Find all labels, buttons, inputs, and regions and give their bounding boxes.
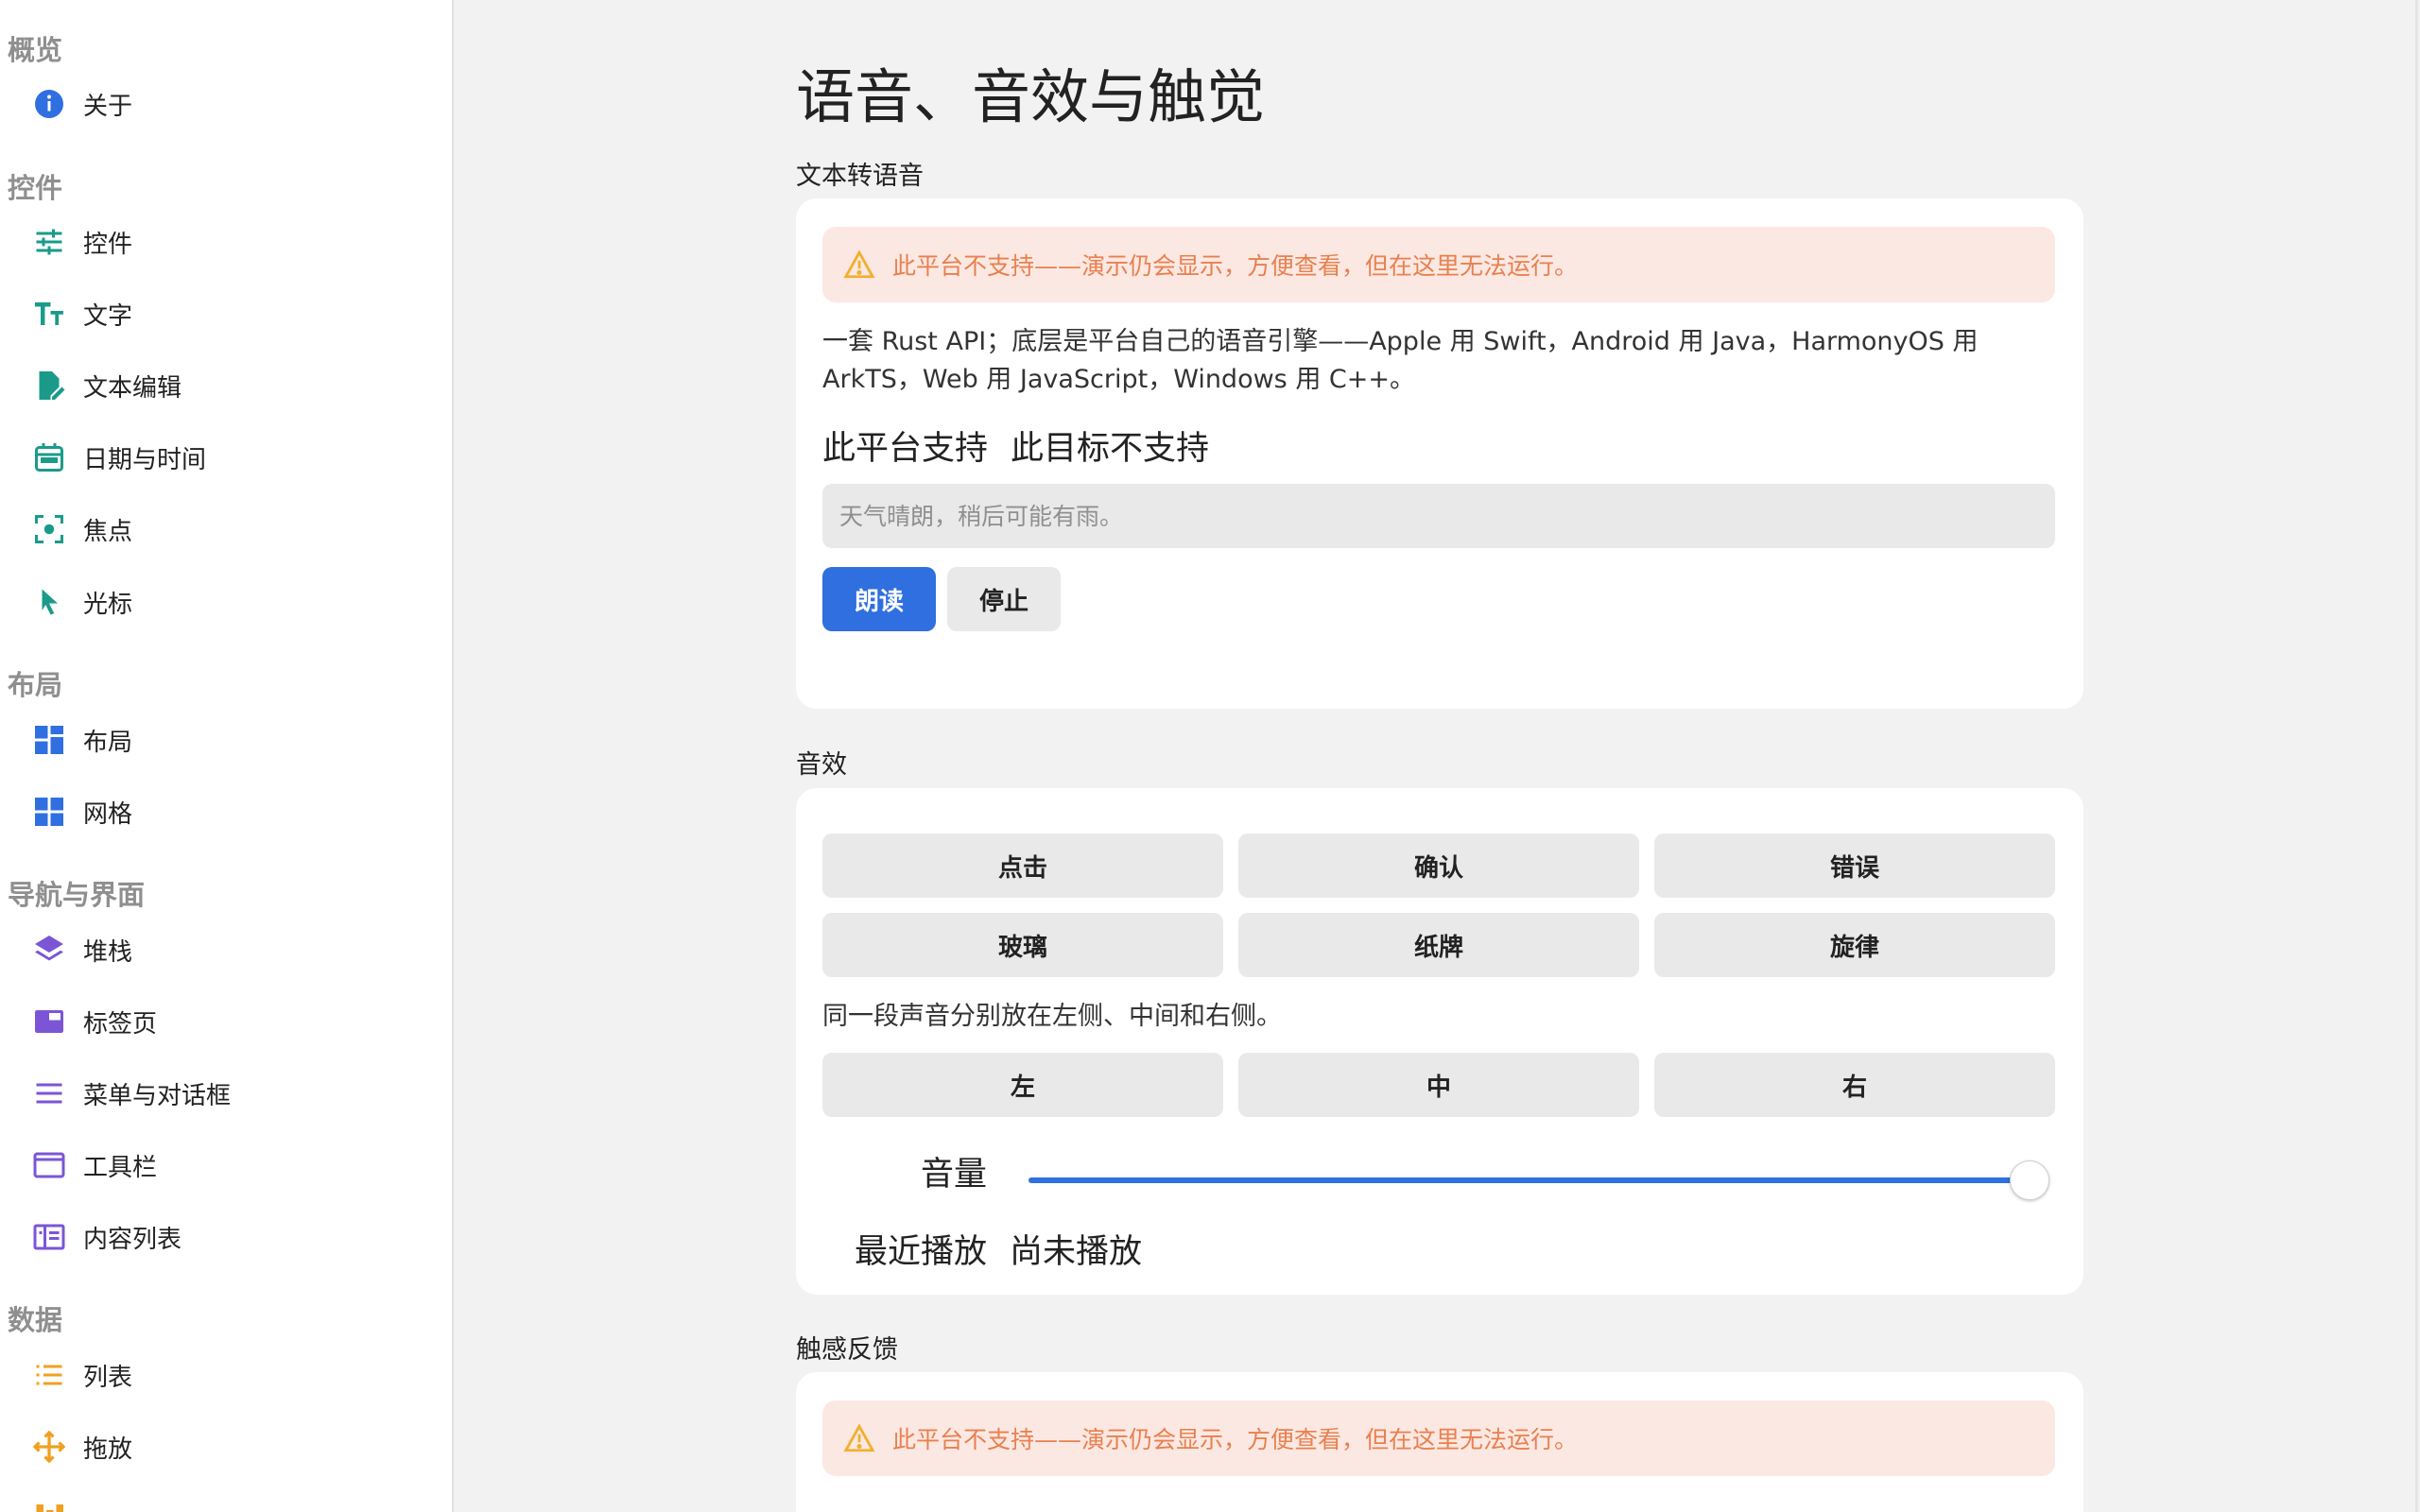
sidebar-item-stack[interactable]: 堆栈 (28, 921, 435, 978)
sidebar-item-about[interactable]: 关于 (28, 76, 435, 132)
page-title: 语音、音效与触觉 (796, 62, 1266, 131)
sidebar-item-label: 标签页 (83, 1009, 158, 1039)
sidebar-item-text[interactable]: 文字 (28, 285, 435, 342)
focus-icon (28, 508, 70, 550)
sidebar-item-label: 堆栈 (83, 937, 133, 967)
sidebar-item-label: 拖放 (83, 1435, 133, 1464)
tts-group-label: 文本转语音 (796, 162, 924, 191)
toolbar-icon (28, 1144, 70, 1186)
grid-icon (28, 791, 70, 833)
sidebar-item-tabs[interactable]: 标签页 (28, 993, 435, 1050)
sidebar-item-cursor[interactable]: 光标 (28, 574, 435, 630)
main-content: 语音、音效与触觉 文本转语音 此平台不支持——演示仍会显示，方便查看，但在这里无… (456, 0, 2420, 1512)
warning-icon (843, 1423, 875, 1452)
sidebar-item-menus-dialogs[interactable]: 菜单与对话框 (28, 1065, 435, 1122)
tts-description: 一套 Rust API；底层是平台自己的语音引擎——Apple 用 Swift，… (822, 327, 1979, 394)
sidebar-item-label: 焦点 (83, 517, 133, 546)
sidebar-item-label: 列表 (83, 1363, 133, 1392)
cursor-icon (28, 581, 70, 623)
content-list-icon (28, 1216, 70, 1258)
tts-card: 此平台不支持——演示仍会显示，方便查看，但在这里无法运行。 一套 Rust AP… (796, 198, 2083, 709)
tts-text-input[interactable] (822, 484, 2055, 548)
speak-button[interactable]: 朗读 (822, 567, 936, 631)
sidebar-item-label: 网格 (83, 799, 133, 829)
sidebar-item-layout[interactable]: 布局 (28, 712, 435, 768)
sidebar-item-label: 文字 (83, 301, 133, 331)
recent-row: 最近播放 尚未播放 (855, 1225, 1142, 1273)
haptics-card: 此平台不支持——演示仍会显示，方便查看，但在这里无法运行。 (796, 1372, 2083, 1512)
sidebar-item-drag-drop[interactable]: 拖放 (28, 1418, 435, 1475)
scrollbar[interactable] (2415, 0, 2418, 1512)
haptics-group-label: 触感反馈 (796, 1335, 898, 1365)
sidebar-item-label: 控件 (83, 230, 133, 259)
sound-card: 点击 确认 错误 玻璃 纸牌 旋律 同一段声音分别放在左侧、中间和右侧。 左 中… (796, 788, 2083, 1295)
effect-glass-button[interactable]: 玻璃 (822, 913, 1223, 977)
edit-document-icon (28, 365, 70, 406)
effect-confirm-button[interactable]: 确认 (1238, 833, 1639, 898)
pan-left-button[interactable]: 左 (822, 1053, 1223, 1117)
section-title-overview: 概览 (8, 34, 63, 66)
layers-icon (28, 929, 70, 971)
drag-drop-icon (28, 1426, 70, 1468)
warning-text: 此平台不支持——演示仍会显示，方便查看，但在这里无法运行。 (892, 1426, 1579, 1453)
sidebar-item-content-list[interactable]: 内容列表 (28, 1209, 435, 1265)
layout-icon (28, 719, 70, 761)
menu-icon (28, 1073, 70, 1114)
warning-icon (843, 249, 875, 279)
sidebar-item-focus[interactable]: 焦点 (28, 501, 435, 558)
effect-melody-button[interactable]: 旋律 (1654, 913, 2055, 977)
sidebar-item-label: 工具栏 (83, 1153, 158, 1182)
pan-right-button[interactable]: 右 (1654, 1053, 2055, 1117)
warning-text: 此平台不支持——演示仍会显示，方便查看，但在这里无法运行。 (892, 252, 1579, 280)
section-title-data: 数据 (8, 1304, 63, 1336)
chart-icon (28, 1498, 70, 1512)
sidebar-item-partial[interactable] (28, 1490, 435, 1512)
text-size-icon (28, 293, 70, 335)
pan-caption: 同一段声音分别放在左侧、中间和右侧。 (822, 1002, 1282, 1031)
sidebar-item-grid[interactable]: 网格 (28, 783, 435, 840)
list-icon (28, 1354, 70, 1396)
sliders-icon (28, 221, 70, 263)
sidebar-item-label: 菜单与对话框 (83, 1081, 232, 1110)
sidebar-item-label: 文本编辑 (83, 373, 182, 403)
calendar-icon (28, 437, 70, 478)
tts-warning-banner: 此平台不支持——演示仍会显示，方便查看，但在这里无法运行。 (822, 227, 2055, 302)
sidebar-item-label: 关于 (83, 92, 133, 121)
volume-slider-track (1028, 1177, 2031, 1183)
haptics-warning-banner: 此平台不支持——演示仍会显示，方便查看，但在这里无法运行。 (822, 1400, 2055, 1476)
section-title-navigation: 导航与界面 (8, 879, 146, 911)
recent-value: 尚未播放 (1010, 1233, 1143, 1271)
sidebar-item-controls[interactable]: 控件 (28, 214, 435, 270)
tabs-icon (28, 1001, 70, 1042)
section-title-layout: 布局 (8, 669, 63, 701)
pan-center-button[interactable]: 中 (1238, 1053, 1639, 1117)
sidebar-item-label: 光标 (83, 590, 133, 619)
section-title-controls: 控件 (8, 172, 63, 204)
info-icon (28, 83, 70, 125)
effect-cards-button[interactable]: 纸牌 (1238, 913, 1639, 977)
tts-status-row: 此平台支持 此目标不支持 (822, 421, 1209, 470)
sidebar-item-text-editing[interactable]: 文本编辑 (28, 357, 435, 414)
volume-slider[interactable] (1028, 1157, 2049, 1204)
volume-slider-thumb[interactable] (2010, 1160, 2049, 1200)
sidebar-item-label: 内容列表 (83, 1225, 182, 1254)
sidebar: 概览 关于 控件 控件 文字 文本编辑 日期与时间 焦点 光标 布局 布局 网格… (0, 0, 454, 1512)
stop-button[interactable]: 停止 (947, 567, 1061, 631)
sound-group-label: 音效 (796, 750, 847, 780)
effect-click-button[interactable]: 点击 (822, 833, 1223, 898)
effect-error-button[interactable]: 错误 (1654, 833, 2055, 898)
recent-label: 最近播放 (855, 1233, 988, 1271)
tts-status-label: 此平台支持 (822, 430, 989, 468)
sidebar-item-list[interactable]: 列表 (28, 1347, 435, 1403)
sidebar-item-label: 布局 (83, 728, 133, 757)
sidebar-item-toolbar[interactable]: 工具栏 (28, 1137, 435, 1194)
sidebar-item-date-time[interactable]: 日期与时间 (28, 429, 435, 486)
tts-status-value: 此目标不支持 (1011, 430, 1210, 468)
sidebar-item-label: 日期与时间 (83, 445, 207, 474)
volume-label: 音量 (921, 1156, 988, 1194)
